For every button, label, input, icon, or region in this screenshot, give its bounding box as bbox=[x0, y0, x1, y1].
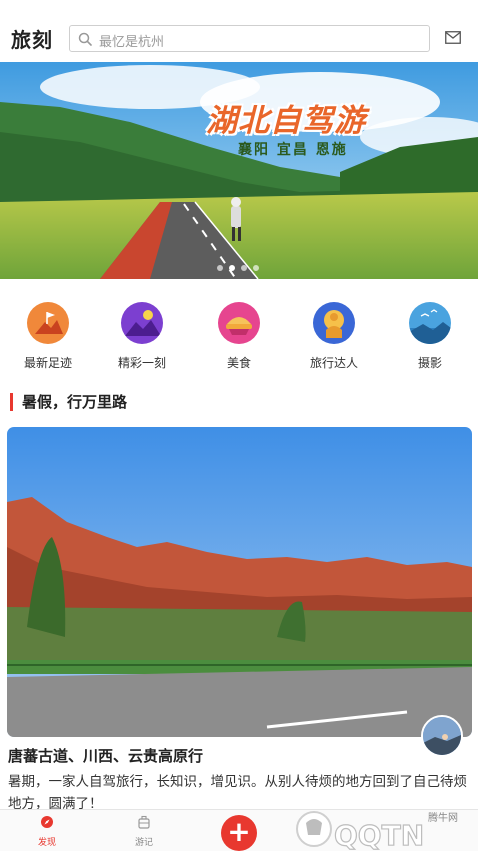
category-photography[interactable]: 摄影 bbox=[390, 302, 470, 371]
author-avatar[interactable] bbox=[421, 715, 463, 757]
category-label: 精彩一刻 bbox=[117, 356, 166, 370]
site-watermark: 腾牛网 QQTN bbox=[290, 805, 475, 851]
search-input[interactable]: 最忆是杭州 bbox=[69, 25, 430, 52]
card-title[interactable]: 唐蕃古道、川西、云贵高原行 bbox=[8, 745, 203, 766]
category-label: 最新足迹 bbox=[23, 356, 72, 370]
category-row: 最新足迹 精彩一刻 美食 旅行达人 摄影 bbox=[0, 302, 478, 382]
tab-journal[interactable]: 游记 bbox=[114, 814, 174, 848]
watermark-text: QQTN bbox=[334, 819, 424, 851]
category-label: 摄影 bbox=[417, 356, 442, 370]
category-food[interactable]: 美食 bbox=[199, 302, 279, 371]
carousel-dot-active[interactable] bbox=[229, 265, 235, 271]
mail-icon[interactable] bbox=[445, 31, 461, 44]
traveler-icon bbox=[313, 302, 355, 344]
landscape-photo-icon bbox=[409, 302, 451, 344]
tab-label: 游记 bbox=[134, 838, 153, 848]
compass-icon bbox=[41, 816, 53, 828]
banner-title: 湖北自驾游 bbox=[206, 103, 366, 139]
carousel-dot[interactable] bbox=[217, 265, 223, 271]
watermark-subtext: 腾牛网 bbox=[428, 811, 458, 824]
carousel-indicator bbox=[217, 265, 259, 271]
flag-mountain-icon bbox=[27, 302, 69, 344]
category-latest-footprints[interactable]: 最新足迹 bbox=[8, 302, 88, 371]
category-highlights[interactable]: 精彩一刻 bbox=[102, 302, 182, 371]
category-travel-experts[interactable]: 旅行达人 bbox=[294, 302, 374, 371]
journal-card-image[interactable] bbox=[7, 427, 472, 737]
search-placeholder: 最忆是杭州 bbox=[99, 35, 165, 50]
promo-banner[interactable]: 湖北自驾游 襄阳 宜昌 恩施 bbox=[0, 62, 478, 279]
food-bowl-icon bbox=[218, 302, 260, 344]
card-landscape-image bbox=[7, 427, 472, 737]
category-label: 美食 bbox=[226, 356, 251, 370]
category-label: 旅行达人 bbox=[309, 356, 358, 370]
banner-subtitle: 襄阳 宜昌 恩施 bbox=[238, 142, 348, 158]
section-title: 暑假，行万里路 bbox=[10, 393, 127, 411]
tab-discover[interactable]: 发现 bbox=[17, 814, 77, 848]
top-bar: 旅刻 最忆是杭州 bbox=[0, 0, 478, 62]
carousel-dot[interactable] bbox=[241, 265, 247, 271]
moon-night-icon bbox=[121, 302, 163, 344]
tab-label: 发现 bbox=[37, 838, 56, 848]
app-logo[interactable]: 旅刻 bbox=[11, 24, 53, 53]
search-icon bbox=[78, 32, 92, 46]
carousel-dot[interactable] bbox=[253, 265, 259, 271]
add-post-button[interactable]: + bbox=[221, 815, 257, 851]
luggage-icon bbox=[138, 815, 150, 829]
